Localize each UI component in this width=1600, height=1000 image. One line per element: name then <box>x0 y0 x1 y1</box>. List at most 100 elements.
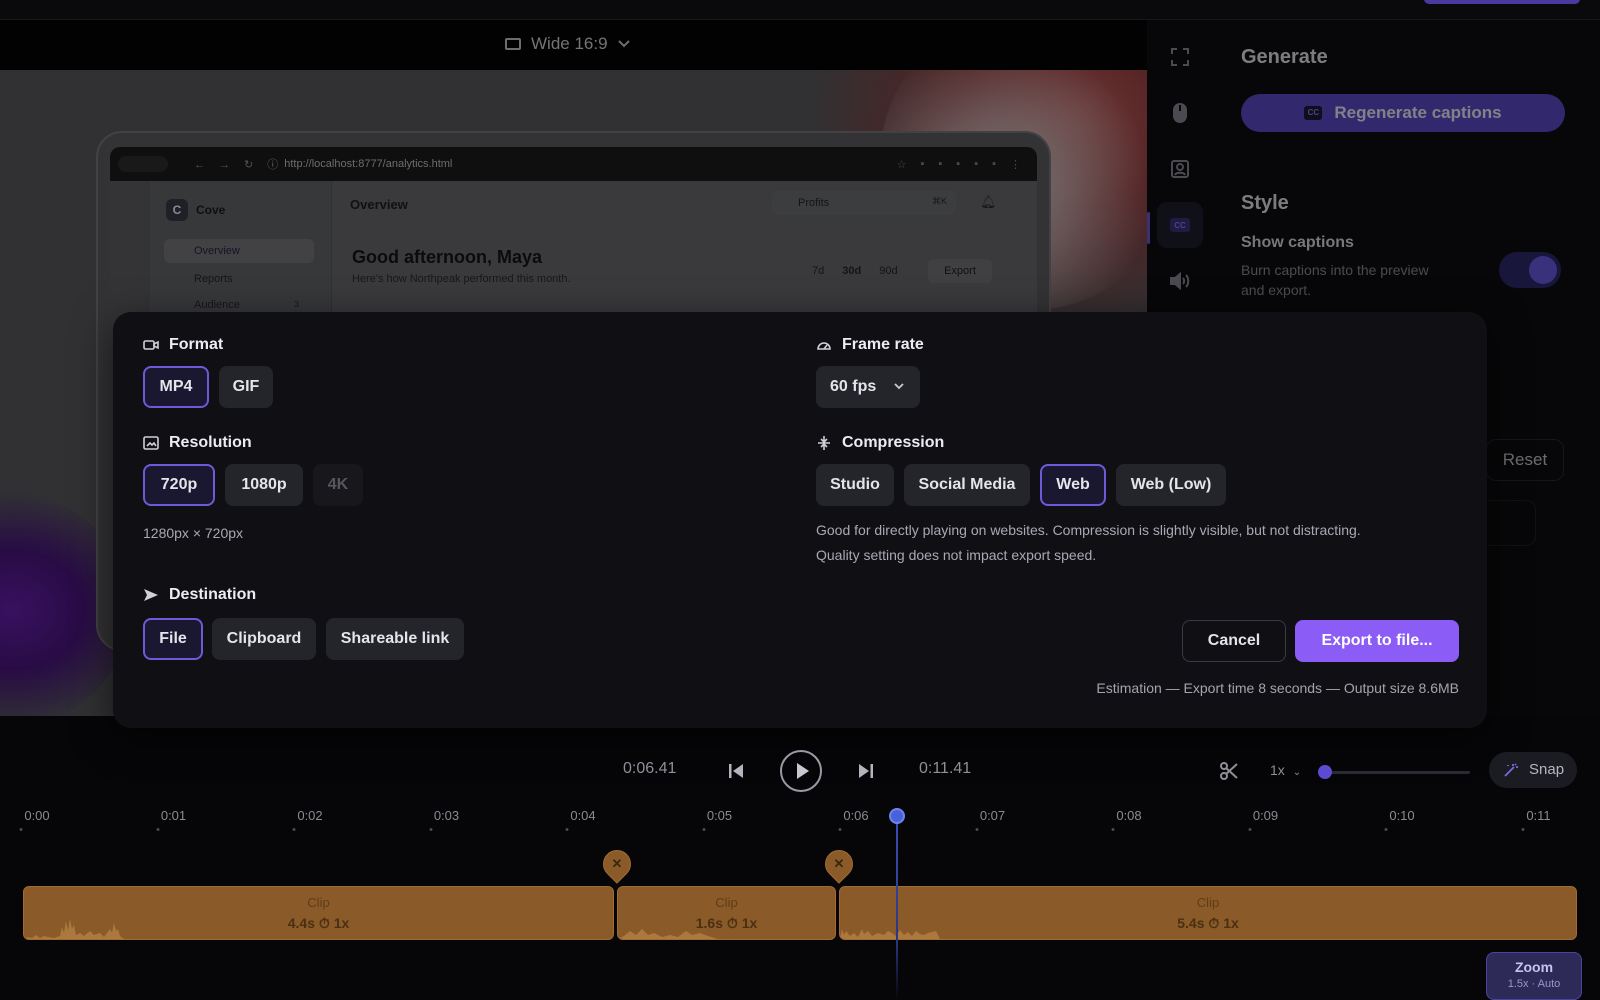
compression-studio-option[interactable]: Studio <box>816 464 894 506</box>
compress-icon <box>818 436 830 450</box>
destination-file-option[interactable]: File <box>143 618 203 660</box>
ruler-tick-label: 0:04 <box>570 808 596 823</box>
zoom-title: Zoom <box>1514 959 1554 975</box>
compression-social-media-option[interactable]: Social Media <box>904 464 1030 506</box>
compression-description-line: Good for directly playing on websites. C… <box>816 522 1361 538</box>
timer-icon: ⏱︎ <box>318 915 330 931</box>
ruler-tick-label: 0:01 <box>160 808 187 823</box>
ruler-tick-label: 0:02 <box>297 808 323 823</box>
top-strip <box>0 0 1600 20</box>
zoom-segment[interactable]: Zoom 1.5x · Auto <box>1486 952 1582 1000</box>
ruler-tick-label: 0:05 <box>706 808 733 823</box>
current-time: 0:06.41 <box>623 760 677 777</box>
close-icon: ✕ <box>611 856 623 871</box>
playhead-handle[interactable] <box>889 808 905 824</box>
clip-speed: 1x <box>333 915 350 931</box>
transport-bar: 0:06.41 0:11.41 1x ⌄ Snap <box>0 716 1600 800</box>
clip-meta: 4.4s ⏱︎ 1x <box>24 915 613 932</box>
frame-rate-select[interactable]: 60 fps <box>816 366 920 408</box>
timeline-clip[interactable]: Clip 5.4s ⏱︎ 1x <box>839 886 1577 940</box>
image-frame-icon <box>143 436 159 450</box>
resolution-720p-option[interactable]: 720p <box>143 464 215 506</box>
ruler-tick <box>702 828 705 831</box>
frame-rate-title: Frame rate <box>842 336 924 353</box>
format-mp4-option[interactable]: MP4 <box>143 366 209 408</box>
close-icon: ✕ <box>833 856 845 871</box>
format-title: Format <box>169 336 224 353</box>
ruler-tick-label: 0:03 <box>433 808 460 823</box>
playback-speed-value: 1x <box>1270 762 1285 778</box>
compression-heading: Compression <box>816 434 944 452</box>
export-estimate: Estimation — Export time 8 seconds — Out… <box>1096 680 1459 696</box>
timeline-ruler[interactable]: 0:00 0:01 0:02 0:03 0:04 0:05 0:06 0:07 0:08 0:09… <box>0 800 1600 840</box>
skip-forward-icon[interactable] <box>857 762 875 780</box>
resolution-heading: Resolution <box>143 434 252 452</box>
slider-handle[interactable] <box>1318 765 1332 779</box>
ruler-tick-label: 0:09 <box>1252 808 1279 823</box>
clip-meta: 5.4s ⏱︎ 1x <box>840 915 1576 932</box>
ruler-tick <box>1111 828 1115 831</box>
destination-shareable-link-option[interactable]: Shareable link <box>326 618 464 660</box>
frame-rate-heading: Frame rate <box>816 336 924 354</box>
compression-web-low-option[interactable]: Web (Low) <box>1116 464 1226 506</box>
timer-icon: ⏱︎ <box>1208 915 1220 931</box>
ruler-tick <box>1248 828 1251 831</box>
compression-description-line: Quality setting does not impact export s… <box>816 547 1097 563</box>
clip-speed: 1x <box>741 915 758 931</box>
playback-speed-select[interactable]: 1x ⌄ <box>1270 762 1301 778</box>
total-time: 0:11.41 <box>919 760 972 777</box>
magic-wand-icon <box>1504 763 1518 777</box>
chevron-down-icon <box>894 383 904 390</box>
skip-back-icon[interactable] <box>727 762 745 780</box>
video-editor-window: Wide 16:9 ←→↻ ⓘ http://localhost:8777/an… <box>0 0 1600 1000</box>
export-to-file-button[interactable]: Export to file... <box>1295 620 1459 662</box>
ruler-tick-label: 0:00 <box>24 808 50 823</box>
snap-toggle[interactable]: Snap <box>1489 752 1577 788</box>
destination-clipboard-option[interactable]: Clipboard <box>212 618 316 660</box>
timeline-clip[interactable]: Clip 4.4s ⏱︎ 1x <box>23 886 614 940</box>
compression-description: Good for directly playing on websites. C… <box>816 518 1361 568</box>
ruler-tick <box>19 828 23 831</box>
resolution-dimensions: 1280px × 720px <box>143 525 244 541</box>
format-heading: Format <box>143 336 223 354</box>
compression-web-option[interactable]: Web <box>1040 464 1106 506</box>
clip-duration: 5.4s <box>1177 915 1205 931</box>
destination-title: Destination <box>169 586 257 603</box>
clip-title: Clip <box>715 895 738 910</box>
ruler-tick <box>1521 828 1524 831</box>
send-icon <box>144 589 158 601</box>
clip-title: Clip <box>307 895 330 910</box>
compression-title: Compression <box>842 434 945 451</box>
clip-meta: 1.6s ⏱︎ 1x <box>618 915 835 932</box>
resolution-title: Resolution <box>169 434 252 451</box>
ruler-tick-label: 0:08 <box>1116 808 1142 823</box>
resolution-4k-option: 4K <box>313 464 363 506</box>
top-action-pill[interactable] <box>1424 0 1580 4</box>
video-camera-icon <box>143 340 159 350</box>
cancel-button[interactable]: Cancel <box>1182 620 1286 662</box>
ruler-tick <box>429 828 432 831</box>
clip-speed: 1x <box>1223 915 1239 931</box>
ruler-tick-label: 0:10 <box>1389 808 1415 823</box>
scissors-icon[interactable] <box>1219 761 1239 781</box>
ruler-tick <box>1384 828 1388 831</box>
export-dialog: Format MP4 GIF Resolution 720p 1080p 4K … <box>113 312 1487 728</box>
timeline-clip[interactable]: Clip 1.6s ⏱︎ 1x <box>617 886 836 940</box>
resolution-1080p-option[interactable]: 1080p <box>225 464 303 506</box>
speedometer-icon <box>817 342 831 350</box>
play-button[interactable] <box>780 750 822 792</box>
snap-label: Snap <box>1529 761 1565 778</box>
ruler-tick <box>156 828 159 831</box>
timeline-zoom-slider[interactable] <box>1318 765 1470 779</box>
zoom-detail: 1.5x · Auto <box>1507 978 1561 990</box>
ruler-tick-label: 0:06 <box>843 808 869 823</box>
frame-rate-value: 60 fps <box>830 378 877 395</box>
timer-icon: ⏱︎ <box>726 915 738 931</box>
clip-duration: 4.4s <box>287 915 315 931</box>
destination-heading: Destination <box>143 586 256 604</box>
clip-title: Clip <box>1196 895 1220 910</box>
format-gif-option[interactable]: GIF <box>219 366 273 408</box>
ruler-tick-label: 0:11 <box>1526 808 1551 823</box>
clip-duration: 1.6s <box>695 915 723 931</box>
ruler-tick <box>292 828 296 831</box>
